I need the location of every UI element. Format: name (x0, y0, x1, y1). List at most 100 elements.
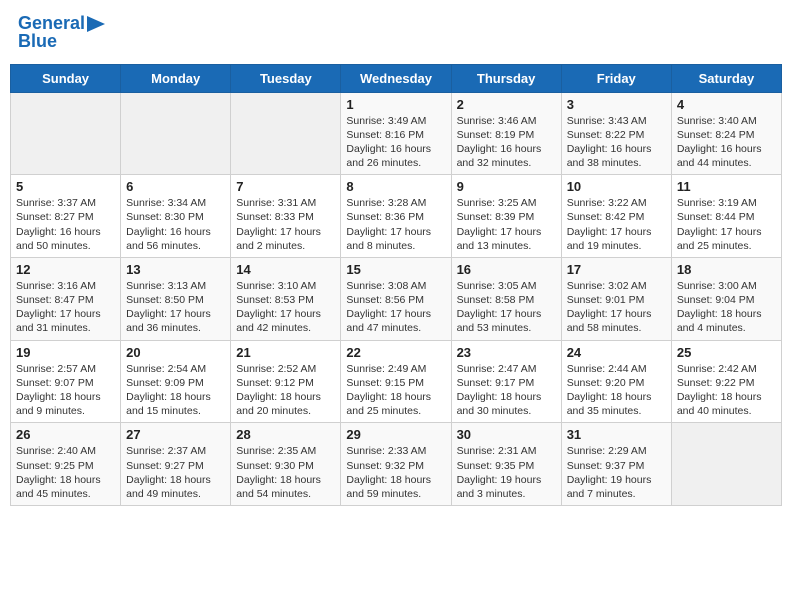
day-info: Sunrise: 3:02 AM Sunset: 9:01 PM Dayligh… (567, 279, 666, 336)
calendar-week-row: 19 Sunrise: 2:57 AM Sunset: 9:07 PM Dayli… (11, 340, 782, 423)
day-info: Sunrise: 3:31 AM Sunset: 8:33 PM Dayligh… (236, 196, 335, 253)
day-info: Sunrise: 3:05 AM Sunset: 8:58 PM Dayligh… (457, 279, 556, 336)
day-number: 1 (346, 97, 445, 112)
calendar-cell: 14 Sunrise: 3:10 AM Sunset: 8:53 PM Dayli… (231, 257, 341, 340)
calendar-cell: 13 Sunrise: 3:13 AM Sunset: 8:50 PM Dayli… (121, 257, 231, 340)
day-number: 27 (126, 427, 225, 442)
day-number: 26 (16, 427, 115, 442)
calendar-table: SundayMondayTuesdayWednesdayThursdayFrid… (10, 64, 782, 506)
day-number: 29 (346, 427, 445, 442)
day-info: Sunrise: 3:16 AM Sunset: 8:47 PM Dayligh… (16, 279, 115, 336)
calendar-header-row: SundayMondayTuesdayWednesdayThursdayFrid… (11, 64, 782, 92)
day-info: Sunrise: 2:37 AM Sunset: 9:27 PM Dayligh… (126, 444, 225, 501)
day-number: 20 (126, 345, 225, 360)
day-info: Sunrise: 2:29 AM Sunset: 9:37 PM Dayligh… (567, 444, 666, 501)
day-number: 16 (457, 262, 556, 277)
calendar-cell: 1 Sunrise: 3:49 AM Sunset: 8:16 PM Daylig… (341, 92, 451, 175)
calendar-cell: 9 Sunrise: 3:25 AM Sunset: 8:39 PM Daylig… (451, 175, 561, 258)
calendar-cell (11, 92, 121, 175)
calendar-cell: 5Sunrise: 3:37 AM Sunset: 8:27 PM Daylig… (11, 175, 121, 258)
day-number: 13 (126, 262, 225, 277)
day-info: Sunrise: 2:31 AM Sunset: 9:35 PM Dayligh… (457, 444, 556, 501)
day-info: Sunrise: 3:13 AM Sunset: 8:50 PM Dayligh… (126, 279, 225, 336)
day-number: 4 (677, 97, 776, 112)
day-of-week-header: Thursday (451, 64, 561, 92)
calendar-cell: 29 Sunrise: 2:33 AM Sunset: 9:32 PM Dayli… (341, 423, 451, 506)
day-info: Sunrise: 2:47 AM Sunset: 9:17 PM Dayligh… (457, 362, 556, 419)
calendar-cell: 25 Sunrise: 2:42 AM Sunset: 9:22 PM Dayli… (671, 340, 781, 423)
day-info: Sunrise: 2:57 AM Sunset: 9:07 PM Dayligh… (16, 362, 115, 419)
day-info: Sunrise: 3:46 AM Sunset: 8:19 PM Dayligh… (457, 114, 556, 171)
calendar-cell: 19 Sunrise: 2:57 AM Sunset: 9:07 PM Dayli… (11, 340, 121, 423)
day-info: Sunrise: 2:49 AM Sunset: 9:15 PM Dayligh… (346, 362, 445, 419)
calendar-cell: 20 Sunrise: 2:54 AM Sunset: 9:09 PM Dayli… (121, 340, 231, 423)
day-info: Sunrise: 3:19 AM Sunset: 8:44 PM Dayligh… (677, 196, 776, 253)
day-number: 31 (567, 427, 666, 442)
day-info: Sunrise: 3:10 AM Sunset: 8:53 PM Dayligh… (236, 279, 335, 336)
calendar-cell (671, 423, 781, 506)
logo-arrow-icon (87, 16, 105, 32)
calendar-cell (231, 92, 341, 175)
calendar-cell: 8 Sunrise: 3:28 AM Sunset: 8:36 PM Daylig… (341, 175, 451, 258)
calendar-cell: 22Sunrise: 2:49 AM Sunset: 9:15 PM Dayli… (341, 340, 451, 423)
day-number: 8 (346, 179, 445, 194)
day-info: Sunrise: 3:40 AM Sunset: 8:24 PM Dayligh… (677, 114, 776, 171)
day-info: Sunrise: 3:00 AM Sunset: 9:04 PM Dayligh… (677, 279, 776, 336)
day-info: Sunrise: 3:49 AM Sunset: 8:16 PM Dayligh… (346, 114, 445, 171)
calendar-week-row: 5Sunrise: 3:37 AM Sunset: 8:27 PM Daylig… (11, 175, 782, 258)
day-info: Sunrise: 3:22 AM Sunset: 8:42 PM Dayligh… (567, 196, 666, 253)
day-info: Sunrise: 2:35 AM Sunset: 9:30 PM Dayligh… (236, 444, 335, 501)
calendar-cell: 11 Sunrise: 3:19 AM Sunset: 8:44 PM Dayli… (671, 175, 781, 258)
day-of-week-header: Saturday (671, 64, 781, 92)
day-number: 2 (457, 97, 556, 112)
day-number: 23 (457, 345, 556, 360)
day-info: Sunrise: 2:54 AM Sunset: 9:09 PM Dayligh… (126, 362, 225, 419)
calendar-cell: 18 Sunrise: 3:00 AM Sunset: 9:04 PM Dayli… (671, 257, 781, 340)
day-number: 10 (567, 179, 666, 194)
day-info: Sunrise: 3:25 AM Sunset: 8:39 PM Dayligh… (457, 196, 556, 253)
calendar-cell (121, 92, 231, 175)
calendar-cell: 10 Sunrise: 3:22 AM Sunset: 8:42 PM Dayli… (561, 175, 671, 258)
calendar-cell: 4 Sunrise: 3:40 AM Sunset: 8:24 PM Daylig… (671, 92, 781, 175)
calendar-cell: 21Sunrise: 2:52 AM Sunset: 9:12 PM Dayli… (231, 340, 341, 423)
day-number: 5 (16, 179, 115, 194)
day-of-week-header: Monday (121, 64, 231, 92)
day-number: 28 (236, 427, 335, 442)
day-of-week-header: Friday (561, 64, 671, 92)
day-number: 11 (677, 179, 776, 194)
day-info: Sunrise: 3:28 AM Sunset: 8:36 PM Dayligh… (346, 196, 445, 253)
day-of-week-header: Wednesday (341, 64, 451, 92)
day-number: 25 (677, 345, 776, 360)
day-number: 12 (16, 262, 115, 277)
calendar-week-row: 12 Sunrise: 3:16 AM Sunset: 8:47 PM Dayli… (11, 257, 782, 340)
day-info: Sunrise: 2:42 AM Sunset: 9:22 PM Dayligh… (677, 362, 776, 419)
day-of-week-header: Sunday (11, 64, 121, 92)
day-info: Sunrise: 3:08 AM Sunset: 8:56 PM Dayligh… (346, 279, 445, 336)
day-number: 7 (236, 179, 335, 194)
calendar-cell: 27 Sunrise: 2:37 AM Sunset: 9:27 PM Dayli… (121, 423, 231, 506)
calendar-week-row: 26 Sunrise: 2:40 AM Sunset: 9:25 PM Dayli… (11, 423, 782, 506)
calendar-cell: 16 Sunrise: 3:05 AM Sunset: 8:58 PM Dayli… (451, 257, 561, 340)
day-number: 3 (567, 97, 666, 112)
day-number: 14 (236, 262, 335, 277)
day-number: 9 (457, 179, 556, 194)
calendar-cell: 2 Sunrise: 3:46 AM Sunset: 8:19 PM Daylig… (451, 92, 561, 175)
day-info: Sunrise: 2:33 AM Sunset: 9:32 PM Dayligh… (346, 444, 445, 501)
logo: General Blue (18, 14, 105, 52)
calendar-cell: 3 Sunrise: 3:43 AM Sunset: 8:22 PM Daylig… (561, 92, 671, 175)
day-info: Sunrise: 2:40 AM Sunset: 9:25 PM Dayligh… (16, 444, 115, 501)
day-info: Sunrise: 3:43 AM Sunset: 8:22 PM Dayligh… (567, 114, 666, 171)
calendar-week-row: 1 Sunrise: 3:49 AM Sunset: 8:16 PM Daylig… (11, 92, 782, 175)
calendar-cell: 31 Sunrise: 2:29 AM Sunset: 9:37 PM Dayli… (561, 423, 671, 506)
day-number: 19 (16, 345, 115, 360)
calendar-cell: 7 Sunrise: 3:31 AM Sunset: 8:33 PM Daylig… (231, 175, 341, 258)
day-number: 18 (677, 262, 776, 277)
day-of-week-header: Tuesday (231, 64, 341, 92)
calendar-cell: 15Sunrise: 3:08 AM Sunset: 8:56 PM Dayli… (341, 257, 451, 340)
calendar-cell: 6Sunrise: 3:34 AM Sunset: 8:30 PM Daylig… (121, 175, 231, 258)
calendar-cell: 12 Sunrise: 3:16 AM Sunset: 8:47 PM Dayli… (11, 257, 121, 340)
calendar-cell: 26 Sunrise: 2:40 AM Sunset: 9:25 PM Dayli… (11, 423, 121, 506)
page-header: General Blue (10, 10, 782, 56)
calendar-cell: 17Sunrise: 3:02 AM Sunset: 9:01 PM Dayli… (561, 257, 671, 340)
day-number: 30 (457, 427, 556, 442)
